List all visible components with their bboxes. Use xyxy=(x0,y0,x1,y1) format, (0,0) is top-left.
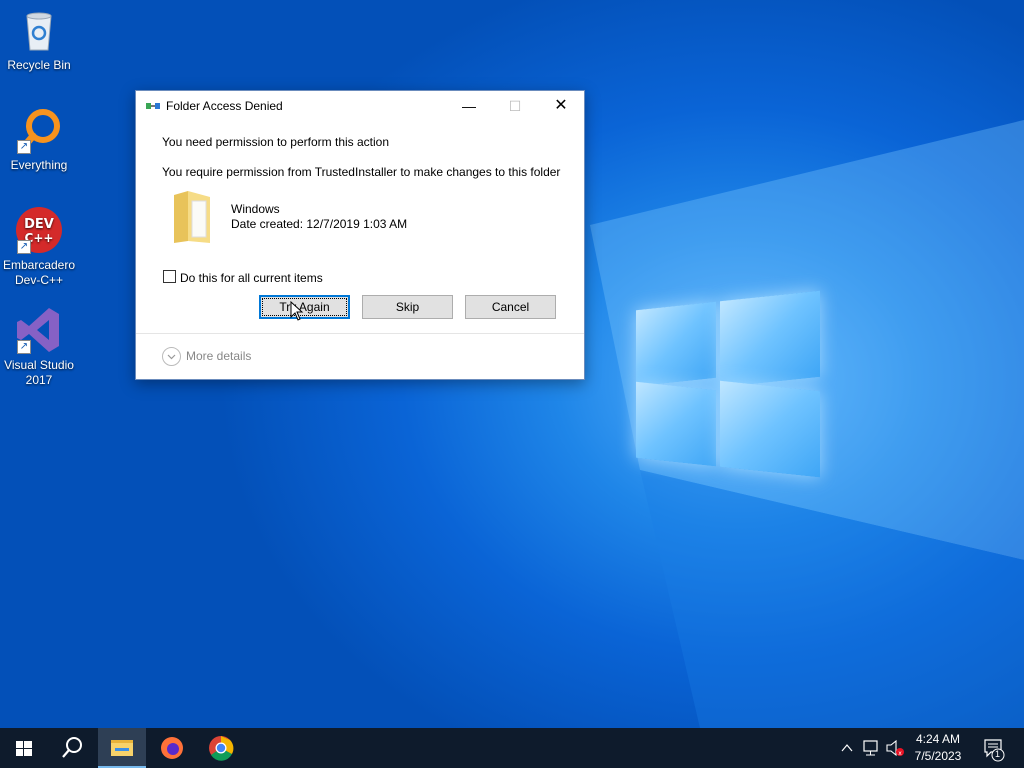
file-move-icon xyxy=(146,103,160,109)
action-center-button[interactable]: 1 xyxy=(978,728,1018,768)
desktop-icon-label: Recycle Bin xyxy=(7,58,71,72)
visual-studio-icon: ↗ xyxy=(15,306,63,354)
show-hidden-icons-button[interactable] xyxy=(838,728,856,768)
desktop-icon-label: Embarcadero Dev-C++ xyxy=(2,258,76,287)
dialog-heading: You need permission to perform this acti… xyxy=(162,135,390,149)
start-button[interactable] xyxy=(0,728,48,768)
clock-time: 4:24 AM xyxy=(915,732,961,746)
taskbar-firefox[interactable] xyxy=(148,728,196,768)
search-button[interactable] xyxy=(48,728,96,768)
cancel-button[interactable]: Cancel xyxy=(465,295,556,319)
network-icon xyxy=(863,740,878,756)
file-explorer-icon xyxy=(111,740,133,756)
folder-date-created: Date created: 12/7/2019 1:03 AM xyxy=(231,217,408,231)
firefox-icon xyxy=(161,737,183,759)
close-button[interactable]: ✕ xyxy=(538,91,584,121)
folder-access-denied-dialog: Folder Access Denied — ☐ ✕ You need perm… xyxy=(135,90,585,380)
folder-name: Windows xyxy=(231,202,280,216)
minimize-button[interactable]: — xyxy=(446,91,492,121)
desktop-background: Recycle Bin ↗ Everything DEV C++ ↗ Embar… xyxy=(0,0,1024,728)
taskbar-file-explorer[interactable] xyxy=(98,728,146,768)
maximize-button: ☐ xyxy=(492,91,538,121)
desktop-icon-recycle-bin[interactable]: Recycle Bin xyxy=(0,6,78,73)
desktop-icon-label: Everything xyxy=(10,158,68,172)
desktop-icon-everything[interactable]: ↗ Everything xyxy=(0,106,78,173)
chrome-icon xyxy=(209,736,234,761)
more-details-label[interactable]: More details xyxy=(186,349,251,363)
folder-icon xyxy=(174,191,210,243)
notification-count: 1 xyxy=(995,749,1001,759)
skip-button[interactable]: Skip xyxy=(362,295,453,319)
dialog-title: Folder Access Denied xyxy=(166,99,283,113)
recycle-bin-icon xyxy=(15,6,63,54)
shortcut-arrow-icon: ↗ xyxy=(17,240,31,254)
windows-logo-wallpaper xyxy=(636,288,826,482)
network-status-button[interactable] xyxy=(860,728,882,768)
notification-icon xyxy=(984,739,1005,762)
mouse-cursor-icon xyxy=(290,301,304,321)
clock-date: 7/5/2023 xyxy=(914,749,962,763)
search-icon xyxy=(62,737,82,758)
try-again-button[interactable]: Try Again xyxy=(259,295,350,319)
everything-search-icon: ↗ xyxy=(15,106,63,154)
chevron-up-icon xyxy=(841,744,853,752)
taskbar-clock[interactable]: 4:24 AM 7/5/2023 xyxy=(902,731,974,771)
taskbar-chrome[interactable] xyxy=(197,728,245,768)
apply-to-all-checkbox[interactable] xyxy=(163,270,176,283)
close-icon: ✕ xyxy=(554,97,568,114)
minimize-icon: — xyxy=(462,98,476,114)
taskbar: x 4:24 AM 7/5/2023 1 xyxy=(0,728,1024,768)
shortcut-arrow-icon: ↗ xyxy=(17,340,31,354)
more-details-toggle[interactable] xyxy=(162,347,181,366)
desktop-icon-label: Visual Studio 2017 xyxy=(4,358,74,387)
dialog-titlebar[interactable]: Folder Access Denied — ☐ ✕ xyxy=(136,91,584,121)
windows-start-icon xyxy=(16,741,32,756)
chevron-down-icon xyxy=(167,354,176,360)
shortcut-arrow-icon: ↗ xyxy=(17,140,31,154)
desktop-icon-devcpp[interactable]: DEV C++ ↗ Embarcadero Dev-C++ xyxy=(0,206,78,288)
devcpp-icon: DEV C++ ↗ xyxy=(15,206,63,254)
dialog-message: You require permission from TrustedInsta… xyxy=(162,165,561,179)
maximize-icon: ☐ xyxy=(508,98,522,114)
svg-text:DEV: DEV xyxy=(24,217,54,232)
dialog-divider xyxy=(136,333,584,334)
apply-to-all-label[interactable]: Do this for all current items xyxy=(180,271,323,285)
desktop-icon-visual-studio[interactable]: ↗ Visual Studio 2017 xyxy=(0,306,78,388)
